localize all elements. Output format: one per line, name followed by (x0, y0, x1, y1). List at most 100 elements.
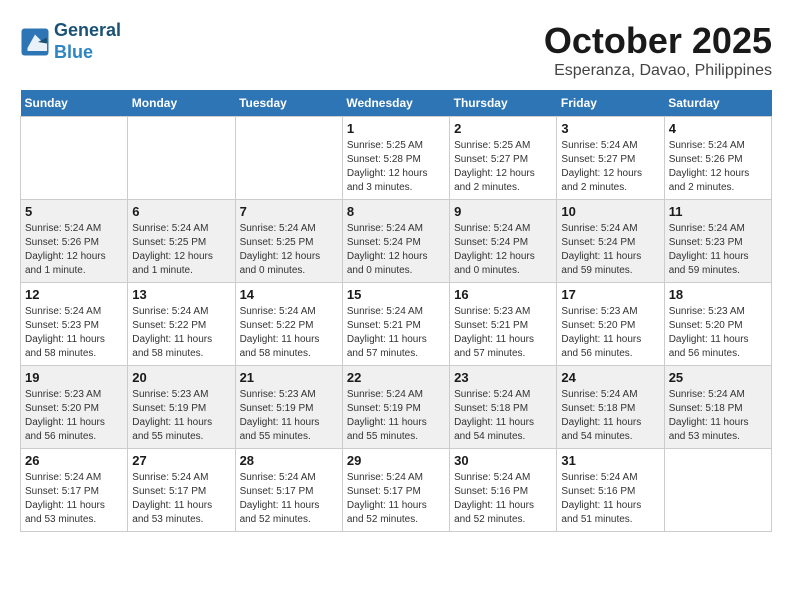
logo-line2: Blue (54, 42, 121, 64)
day-number: 26 (25, 453, 123, 468)
calendar-cell: 2 Sunrise: 5:25 AM Sunset: 5:27 PM Daylig… (450, 117, 557, 200)
logo: General Blue (20, 20, 121, 63)
calendar-week-1: 1 Sunrise: 5:25 AM Sunset: 5:28 PM Daylig… (21, 117, 772, 200)
day-number: 1 (347, 121, 445, 136)
calendar-cell (664, 449, 771, 532)
day-info: Sunrise: 5:25 AM Sunset: 5:27 PM Dayligh… (454, 139, 552, 195)
weekday-header-wednesday: Wednesday (342, 90, 449, 117)
day-info: Sunrise: 5:24 AM Sunset: 5:23 PM Dayligh… (25, 305, 123, 361)
day-number: 15 (347, 287, 445, 302)
day-number: 10 (561, 204, 659, 219)
calendar-cell: 16 Sunrise: 5:23 AM Sunset: 5:21 PM Dayli… (450, 283, 557, 366)
calendar-cell: 24 Sunrise: 5:24 AM Sunset: 5:18 PM Dayli… (557, 366, 664, 449)
day-info: Sunrise: 5:24 AM Sunset: 5:22 PM Dayligh… (240, 305, 338, 361)
day-number: 4 (669, 121, 767, 136)
day-number: 11 (669, 204, 767, 219)
day-number: 17 (561, 287, 659, 302)
day-number: 7 (240, 204, 338, 219)
calendar-cell: 15 Sunrise: 5:24 AM Sunset: 5:21 PM Dayli… (342, 283, 449, 366)
day-info: Sunrise: 5:24 AM Sunset: 5:16 PM Dayligh… (561, 471, 659, 527)
calendar-cell: 4 Sunrise: 5:24 AM Sunset: 5:26 PM Daylig… (664, 117, 771, 200)
day-info: Sunrise: 5:24 AM Sunset: 5:24 PM Dayligh… (347, 222, 445, 278)
day-info: Sunrise: 5:24 AM Sunset: 5:26 PM Dayligh… (669, 139, 767, 195)
calendar-cell: 27Sunrise: 5:24 AM Sunset: 5:17 PM Dayli… (128, 449, 235, 532)
calendar-table: SundayMondayTuesdayWednesdayThursdayFrid… (20, 90, 772, 532)
logo-icon (20, 27, 50, 57)
day-info: Sunrise: 5:24 AM Sunset: 5:25 PM Dayligh… (132, 222, 230, 278)
day-number: 22 (347, 370, 445, 385)
page-header: General Blue October 2025 Esperanza, Dav… (20, 20, 772, 80)
day-info: Sunrise: 5:23 AM Sunset: 5:20 PM Dayligh… (25, 388, 123, 444)
day-number: 16 (454, 287, 552, 302)
weekday-header-row: SundayMondayTuesdayWednesdayThursdayFrid… (21, 90, 772, 117)
day-info: Sunrise: 5:24 AM Sunset: 5:18 PM Dayligh… (669, 388, 767, 444)
calendar-cell (21, 117, 128, 200)
day-info: Sunrise: 5:24 AM Sunset: 5:22 PM Dayligh… (132, 305, 230, 361)
day-number: 21 (240, 370, 338, 385)
day-number: 12 (25, 287, 123, 302)
day-number: 8 (347, 204, 445, 219)
day-info: Sunrise: 5:24 AM Sunset: 5:26 PM Dayligh… (25, 222, 123, 278)
day-info: Sunrise: 5:23 AM Sunset: 5:20 PM Dayligh… (669, 305, 767, 361)
day-number: 13 (132, 287, 230, 302)
calendar-cell: 29 Sunrise: 5:24 AM Sunset: 5:17 PM Dayli… (342, 449, 449, 532)
day-info: Sunrise: 5:24 AM Sunset: 5:18 PM Dayligh… (454, 388, 552, 444)
day-info: Sunrise: 5:23 AM Sunset: 5:19 PM Dayligh… (132, 388, 230, 444)
weekday-header-tuesday: Tuesday (235, 90, 342, 117)
calendar-cell: 7 Sunrise: 5:24 AM Sunset: 5:25 PM Daylig… (235, 200, 342, 283)
calendar-cell: 17 Sunrise: 5:23 AM Sunset: 5:20 PM Dayli… (557, 283, 664, 366)
calendar-week-3: 12 Sunrise: 5:24 AM Sunset: 5:23 PM Dayli… (21, 283, 772, 366)
day-number: 2 (454, 121, 552, 136)
calendar-cell: 18 Sunrise: 5:23 AM Sunset: 5:20 PM Dayli… (664, 283, 771, 366)
calendar-cell (235, 117, 342, 200)
weekday-header-monday: Monday (128, 90, 235, 117)
day-number: 18 (669, 287, 767, 302)
day-info: Sunrise: 5:24 AM Sunset: 5:24 PM Dayligh… (454, 222, 552, 278)
day-info: Sunrise: 5:25 AM Sunset: 5:28 PM Dayligh… (347, 139, 445, 195)
calendar-cell: 14Sunrise: 5:24 AM Sunset: 5:22 PM Dayli… (235, 283, 342, 366)
day-number: 3 (561, 121, 659, 136)
day-number: 20 (132, 370, 230, 385)
day-number: 30 (454, 453, 552, 468)
day-number: 25 (669, 370, 767, 385)
calendar-cell: 8 Sunrise: 5:24 AM Sunset: 5:24 PM Daylig… (342, 200, 449, 283)
calendar-cell: 19 Sunrise: 5:23 AM Sunset: 5:20 PM Dayli… (21, 366, 128, 449)
weekday-header-sunday: Sunday (21, 90, 128, 117)
logo-line1: General (54, 20, 121, 42)
day-number: 24 (561, 370, 659, 385)
day-info: Sunrise: 5:24 AM Sunset: 5:17 PM Dayligh… (347, 471, 445, 527)
day-number: 23 (454, 370, 552, 385)
calendar-cell: 11 Sunrise: 5:24 AM Sunset: 5:23 PM Dayli… (664, 200, 771, 283)
day-info: Sunrise: 5:23 AM Sunset: 5:21 PM Dayligh… (454, 305, 552, 361)
day-info: Sunrise: 5:24 AM Sunset: 5:18 PM Dayligh… (561, 388, 659, 444)
calendar-cell: 26 Sunrise: 5:24 AM Sunset: 5:17 PM Dayli… (21, 449, 128, 532)
day-info: Sunrise: 5:24 AM Sunset: 5:23 PM Dayligh… (669, 222, 767, 278)
calendar-cell: 1 Sunrise: 5:25 AM Sunset: 5:28 PM Daylig… (342, 117, 449, 200)
calendar-body: 1 Sunrise: 5:25 AM Sunset: 5:28 PM Daylig… (21, 117, 772, 532)
day-info: Sunrise: 5:24 AM Sunset: 5:25 PM Dayligh… (240, 222, 338, 278)
calendar-cell: 31Sunrise: 5:24 AM Sunset: 5:16 PM Dayli… (557, 449, 664, 532)
day-info: Sunrise: 5:24 AM Sunset: 5:16 PM Dayligh… (454, 471, 552, 527)
calendar-week-5: 26 Sunrise: 5:24 AM Sunset: 5:17 PM Dayli… (21, 449, 772, 532)
day-info: Sunrise: 5:23 AM Sunset: 5:19 PM Dayligh… (240, 388, 338, 444)
day-info: Sunrise: 5:24 AM Sunset: 5:17 PM Dayligh… (25, 471, 123, 527)
day-number: 19 (25, 370, 123, 385)
day-number: 5 (25, 204, 123, 219)
calendar-cell: 23 Sunrise: 5:24 AM Sunset: 5:18 PM Dayli… (450, 366, 557, 449)
day-number: 29 (347, 453, 445, 468)
month-title: October 2025 (544, 20, 772, 62)
day-info: Sunrise: 5:24 AM Sunset: 5:21 PM Dayligh… (347, 305, 445, 361)
day-number: 28 (240, 453, 338, 468)
day-info: Sunrise: 5:24 AM Sunset: 5:17 PM Dayligh… (240, 471, 338, 527)
day-number: 9 (454, 204, 552, 219)
day-number: 6 (132, 204, 230, 219)
calendar-cell: 10Sunrise: 5:24 AM Sunset: 5:24 PM Dayli… (557, 200, 664, 283)
weekday-header-thursday: Thursday (450, 90, 557, 117)
calendar-cell: 12 Sunrise: 5:24 AM Sunset: 5:23 PM Dayli… (21, 283, 128, 366)
calendar-cell: 30 Sunrise: 5:24 AM Sunset: 5:16 PM Dayli… (450, 449, 557, 532)
weekday-header-friday: Friday (557, 90, 664, 117)
calendar-cell: 13 Sunrise: 5:24 AM Sunset: 5:22 PM Dayli… (128, 283, 235, 366)
day-info: Sunrise: 5:23 AM Sunset: 5:20 PM Dayligh… (561, 305, 659, 361)
location-title: Esperanza, Davao, Philippines (544, 62, 772, 80)
calendar-week-2: 5 Sunrise: 5:24 AM Sunset: 5:26 PM Daylig… (21, 200, 772, 283)
